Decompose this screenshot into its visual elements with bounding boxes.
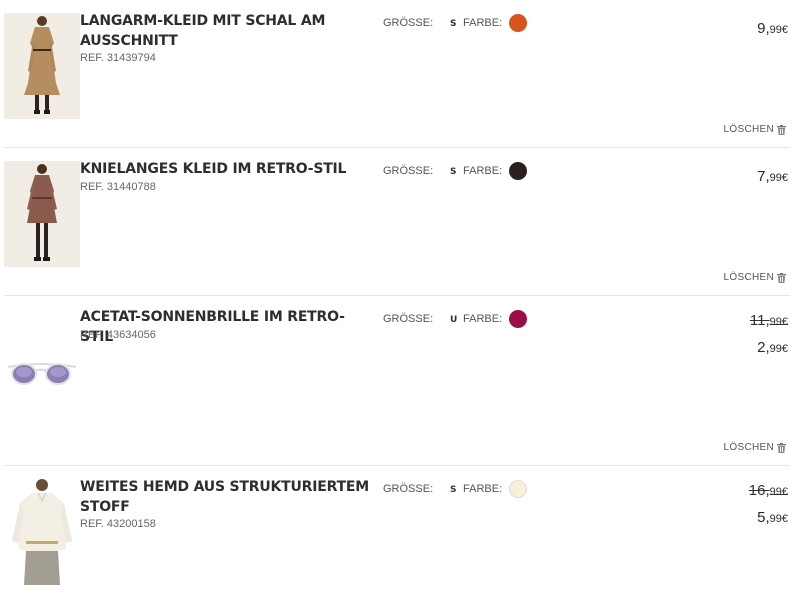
old-price-main: 11,: [749, 312, 770, 329]
cart-item: ACETAT-SONNENBRILLE IM RETRO-STIL REF. 4…: [0, 296, 790, 466]
product-ref: REF. 43634056: [80, 329, 156, 341]
size-value: S: [450, 167, 457, 177]
original-price: 11,99€: [750, 312, 788, 329]
size-label: GRÖSSE:: [383, 17, 434, 29]
size-value: S: [450, 19, 457, 29]
delete-label: LÖSCHEN: [723, 442, 774, 453]
product-title[interactable]: KNIELANGES KLEID IM RETRO-STIL: [80, 159, 370, 179]
trash-icon: [777, 272, 786, 283]
product-image-shirt[interactable]: [4, 479, 80, 585]
size-value: U: [450, 315, 458, 325]
product-title[interactable]: ACETAT-SONNENBRILLE IM RETRO-STIL: [80, 307, 370, 347]
delete-label: LÖSCHEN: [723, 272, 774, 283]
size-value: S: [450, 485, 457, 495]
old-price-cents: 99€: [769, 486, 788, 498]
price-main: 5,: [757, 509, 770, 526]
delete-button[interactable]: LÖSCHEN: [724, 124, 786, 135]
product-ref: REF. 31440788: [80, 181, 156, 193]
price-cents: 99€: [769, 343, 788, 355]
cart-item: KNIELANGES KLEID IM RETRO-STIL REF. 3144…: [0, 148, 790, 296]
cart-item: LANGARM-KLEID MIT SCHAL AM AUSSCHNITT RE…: [0, 0, 790, 148]
price-main: 2,: [757, 339, 770, 356]
delete-button[interactable]: LÖSCHEN: [724, 272, 786, 283]
product-image-dress-2[interactable]: [4, 161, 80, 267]
color-swatch: [509, 162, 527, 180]
product-image-dress-1[interactable]: [4, 13, 80, 119]
color-swatch: [509, 14, 527, 32]
trash-icon: [777, 442, 786, 453]
color-swatch: [509, 480, 527, 498]
price: 7,99€: [757, 168, 788, 185]
product-title[interactable]: WEITES HEMD AUS STRUKTURIERTEM STOFF: [80, 477, 370, 517]
delete-button[interactable]: LÖSCHEN: [724, 442, 786, 453]
color-swatch: [509, 310, 527, 328]
product-title[interactable]: LANGARM-KLEID MIT SCHAL AM AUSSCHNITT: [80, 11, 370, 51]
delete-label: LÖSCHEN: [723, 124, 774, 135]
product-image-sunglasses[interactable]: [4, 309, 80, 415]
size-label: GRÖSSE:: [383, 165, 434, 177]
old-price-main: 16,: [748, 482, 770, 499]
color-label: FARBE:: [463, 313, 503, 325]
price-main: 9,: [757, 20, 770, 37]
original-price: 16,99€: [749, 482, 788, 499]
price-main: 7,: [757, 168, 770, 185]
color-label: FARBE:: [463, 165, 503, 177]
sale-price: 5,99€: [757, 509, 788, 526]
price-cents: 99€: [769, 24, 788, 36]
trash-icon: [777, 124, 786, 135]
size-label: GRÖSSE:: [383, 483, 434, 495]
size-label: GRÖSSE:: [383, 313, 434, 325]
color-label: FARBE:: [463, 483, 503, 495]
product-ref: REF. 31439794: [80, 52, 156, 64]
cart-item: WEITES HEMD AUS STRUKTURIERTEM STOFF REF…: [0, 466, 790, 605]
price-cents: 99€: [769, 172, 788, 184]
sale-price: 2,99€: [757, 339, 788, 356]
old-price-cents: 99€: [769, 316, 788, 328]
product-ref: REF. 43200158: [80, 518, 156, 530]
price: 9,99€: [757, 20, 788, 37]
price-cents: 99€: [769, 513, 788, 525]
color-label: FARBE:: [463, 17, 503, 29]
